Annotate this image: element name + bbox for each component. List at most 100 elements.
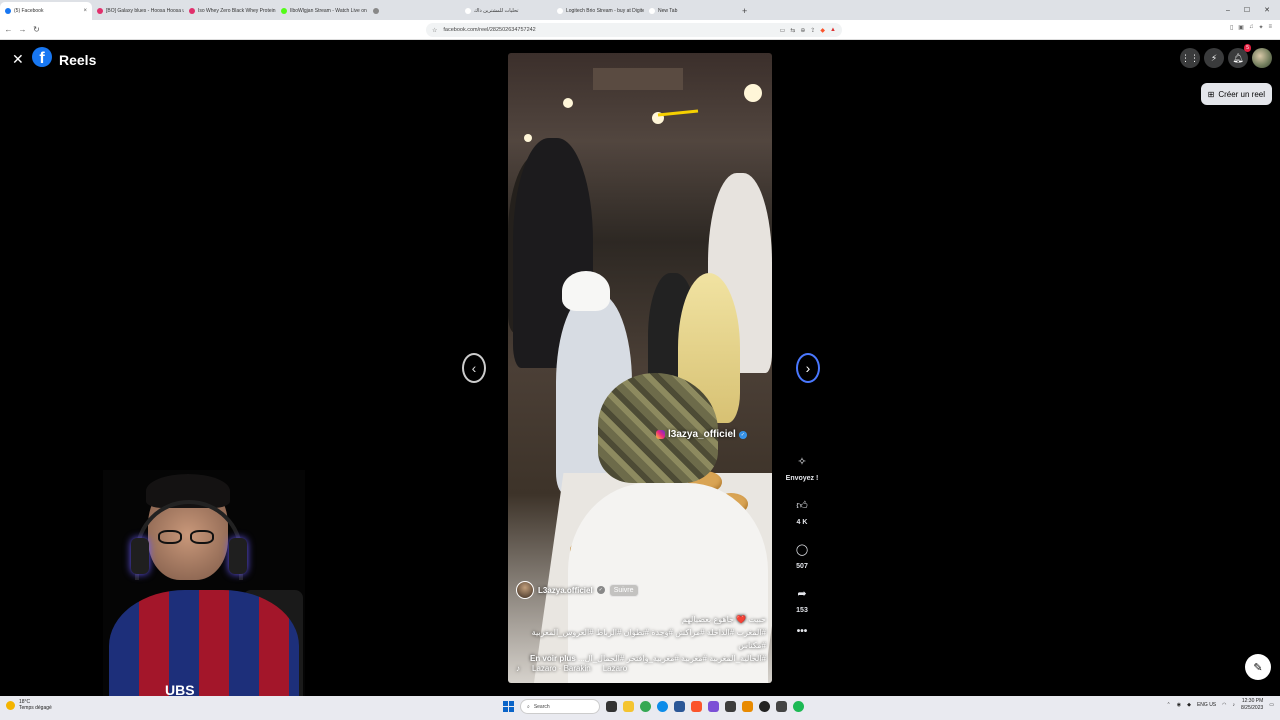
task-view-icon[interactable]	[606, 701, 617, 712]
windows-start-icon[interactable]	[503, 701, 514, 712]
tab-label: Logitech Brio Stream - buy at Digitec	[566, 8, 644, 14]
thumbs-up-icon: 👍︎	[796, 499, 808, 512]
tab-close-icon[interactable]: ×	[83, 8, 87, 14]
weather-widget[interactable]: 18°C Temps dégagé	[6, 699, 52, 711]
messenger-icon: ⚡	[1210, 52, 1218, 63]
address-bar[interactable]: ☆ facebook.com/reel/282502634757242 ▭ ⇆ …	[426, 23, 842, 37]
browser-tab[interactable]: Iso Whey Zero Black Whey Protein	[184, 2, 276, 20]
app-tray-icon[interactable]: ◉	[1177, 702, 1181, 708]
caption-hashtags: #الجالية_المغربية #مغربية #مغربية_وافتخر…	[578, 654, 766, 663]
create-reel-label: Créer un reel	[1218, 89, 1265, 99]
tab-label: (5) Facebook	[14, 8, 44, 14]
brave-shield-icon[interactable]: ◆	[820, 27, 825, 34]
tab-favicon-icon	[557, 8, 563, 14]
store-icon[interactable]	[674, 701, 685, 712]
browser-tab[interactable]: (5) Facebook ×	[0, 2, 92, 20]
clock[interactable]: 12:30 PM 8/25/2023	[1241, 698, 1263, 712]
browser-tab[interactable]: New Tab	[644, 2, 736, 20]
wallet-icon[interactable]: ▣	[1238, 24, 1244, 31]
edge-icon[interactable]	[657, 701, 668, 712]
messenger-button[interactable]: ⚡	[1204, 48, 1224, 68]
share-icon[interactable]: ⇪	[810, 27, 815, 34]
close-window-icon[interactable]: ✕	[1264, 6, 1270, 14]
reel-video[interactable]: l3azya_officiel ✓ L3azya.officiel ✓ Suiv…	[508, 53, 772, 683]
omnibox-icons: ▭ ⇆ ⊕ ⇪ ◆ ▲	[780, 27, 836, 34]
reload-icon[interactable]: ↻	[31, 25, 42, 34]
app-icon[interactable]	[725, 701, 736, 712]
send-action[interactable]: ✧ Envoyez !	[786, 450, 819, 483]
minimize-icon[interactable]: –	[1226, 7, 1230, 14]
back-icon[interactable]: ←	[3, 25, 14, 34]
translate-icon[interactable]: ⇆	[790, 27, 795, 34]
browser-tab[interactable]: تحليات للمشترين داك	[460, 2, 552, 20]
notification-center-icon[interactable]: ▭	[1269, 702, 1274, 708]
create-reel-button[interactable]: ⊞ Créer un reel	[1200, 83, 1272, 105]
facebook-logo[interactable]: f	[32, 47, 52, 67]
tab-label: IlboWlgjan Stream - Watch Live on	[290, 8, 367, 14]
app-tray-icon[interactable]: ◆	[1187, 702, 1191, 708]
tab-favicon-icon	[5, 8, 11, 14]
headset-ear-left	[131, 538, 149, 574]
browser-tab[interactable]	[368, 2, 460, 20]
taskbar-search[interactable]: ⌕ Search	[520, 699, 600, 714]
caption-line: #المغرب #الداخلة #مراكش #وجدة #تطوان #ال…	[531, 628, 766, 650]
browser-tab[interactable]: IlboWlgjan Stream - Watch Live on	[276, 2, 368, 20]
media-icon[interactable]: ♫	[1249, 24, 1254, 31]
follow-button[interactable]: Suivre	[608, 583, 639, 597]
comment-action[interactable]: ◯ 507	[791, 538, 813, 571]
author-avatar[interactable]	[516, 581, 534, 599]
share-action[interactable]: ➦ 153	[791, 582, 813, 615]
avatar[interactable]	[1252, 48, 1272, 68]
author-name[interactable]: L3azya.officiel	[538, 586, 593, 595]
instagram-icon	[656, 430, 665, 439]
language-indicator[interactable]: ENG US	[1197, 702, 1216, 708]
search-icon: ⌕	[527, 703, 530, 710]
brave-icon[interactable]	[691, 701, 702, 712]
browser-tab[interactable]: [BO] Galaxy blues - Hoosa Hoosa up	[92, 2, 184, 20]
extensions-icon[interactable]: ✦	[1258, 24, 1263, 31]
more-options-button[interactable]: •••	[797, 626, 808, 637]
app-icon[interactable]	[776, 701, 787, 712]
new-message-button[interactable]: ✎	[1245, 654, 1271, 680]
search-label: Search	[533, 703, 550, 710]
see-more-link[interactable]: En voir plus	[530, 654, 576, 663]
app-icon[interactable]	[742, 701, 753, 712]
tab-strip: (5) Facebook × [BO] Galaxy blues - Hoosa H…	[0, 2, 736, 20]
spotify-icon[interactable]	[793, 701, 804, 712]
browser-tab[interactable]: Logitech Brio Stream - buy at Digitec	[552, 2, 644, 20]
maximize-icon[interactable]: ☐	[1244, 6, 1250, 14]
wifi-icon[interactable]: ◠	[1222, 702, 1226, 708]
browser-toolbar: ← → ↻ ☆ facebook.com/reel/28250263475724…	[0, 20, 1280, 40]
app-icon[interactable]	[708, 701, 719, 712]
bookmark-icon[interactable]: ☆	[432, 27, 437, 34]
close-reels-button[interactable]: ✕	[12, 51, 24, 68]
obs-icon[interactable]	[759, 701, 770, 712]
like-count: 4 K	[796, 519, 808, 526]
taskbar-apps: ⌕ Search	[503, 699, 804, 714]
instagram-handle: l3azya_officiel ✓	[656, 429, 747, 440]
menu-icon[interactable]: ≡	[1268, 24, 1272, 31]
like-action[interactable]: 👍︎ 4 K	[791, 494, 813, 527]
audio-track: Lazaro	[602, 664, 628, 673]
sun-icon	[6, 700, 15, 710]
tab-favicon-icon	[465, 8, 471, 14]
browser-tab-bar: (5) Facebook × [BO] Galaxy blues - Hoosa H…	[0, 0, 1280, 20]
next-reel-button[interactable]: ›	[796, 353, 820, 383]
sidebar-icon[interactable]: ▯	[1230, 24, 1233, 31]
forward-icon[interactable]: →	[17, 25, 28, 34]
cast-icon[interactable]: ▭	[780, 27, 786, 34]
notifications-button[interactable]: 🔔︎ 5	[1228, 44, 1251, 68]
brave-rewards-icon[interactable]: ▲	[830, 27, 836, 34]
chevron-up-icon[interactable]: ⌃	[1167, 702, 1171, 708]
audio-icon: ♪	[516, 664, 520, 673]
previous-reel-button[interactable]: ‹	[462, 353, 486, 383]
file-explorer-icon[interactable]	[623, 701, 634, 712]
new-tab-button[interactable]: +	[736, 2, 753, 20]
turban	[562, 271, 610, 311]
audio-row[interactable]: ♪ Lazaro · Barakin Lazaro	[516, 664, 627, 673]
chrome-icon[interactable]	[640, 701, 651, 712]
volume-icon[interactable]: ♪	[1233, 702, 1236, 708]
menu-grid-button[interactable]: ⋮⋮	[1180, 48, 1200, 68]
extension-icons: ▯ ▣ ♫ ✦ ≡	[1230, 24, 1272, 31]
zoom-icon[interactable]: ⊕	[800, 27, 805, 34]
